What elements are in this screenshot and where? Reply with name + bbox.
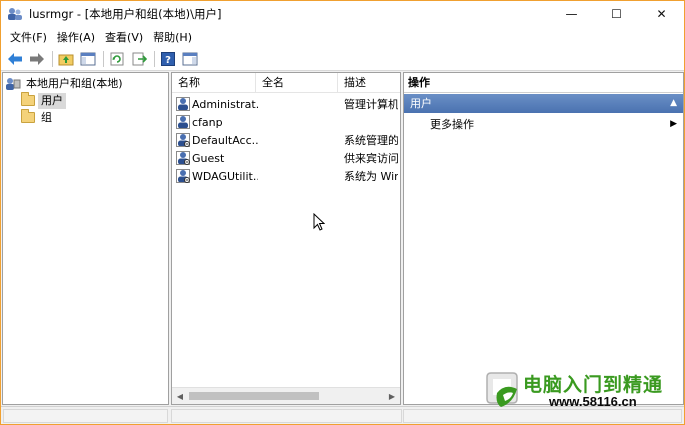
table-row[interactable]: Guest 供来宾访问讠 [172, 149, 400, 167]
cell-description: 系统为 Winc [344, 170, 398, 183]
close-button[interactable]: ✕ [639, 1, 684, 27]
actions-pane-title: 操作 [404, 73, 683, 93]
tree-item-label: 组 [41, 110, 52, 124]
up-folder-button[interactable] [56, 49, 76, 69]
toolbar-separator [103, 50, 104, 67]
actions-pane: 操作 用户 ▲ 更多操作 ▶ [403, 72, 684, 405]
menu-help[interactable]: 帮助(H) [148, 29, 197, 45]
watermark-title: 电脑入门到精通 [523, 374, 664, 396]
computer-users-icon [6, 77, 21, 90]
folder-up-icon [58, 54, 74, 65]
maximize-button[interactable]: ☐ [594, 1, 639, 27]
more-actions-label: 更多操作 [430, 118, 474, 131]
export-icon [132, 52, 147, 65]
minimize-button[interactable]: — [549, 1, 594, 27]
more-actions-item[interactable]: 更多操作 ▶ [404, 115, 683, 134]
cell-description: 系统管理的月 [344, 134, 398, 147]
menu-file[interactable]: 文件(F) [5, 29, 52, 45]
show-hide-tree-button[interactable] [78, 49, 98, 69]
scroll-right-button[interactable]: ▶ [384, 388, 400, 404]
user-icon [176, 115, 190, 129]
window-controls: — ☐ ✕ [549, 1, 684, 27]
tree-item-groups[interactable]: 组 [21, 109, 55, 126]
menu-bar: 文件(F) 操作(A) 查看(V) 帮助(H) [1, 27, 684, 47]
users-app-icon[interactable] [7, 6, 23, 22]
submenu-arrow-icon: ▶ [670, 119, 677, 129]
refresh-button[interactable] [107, 49, 127, 69]
arrow-right-icon [30, 52, 44, 65]
actions-group-users[interactable]: 用户 ▲ [404, 94, 683, 113]
user-disabled-icon [176, 133, 190, 147]
forward-button[interactable] [27, 49, 47, 69]
refresh-icon [110, 52, 124, 65]
table-row[interactable]: cfanp [172, 113, 400, 131]
folder-icon [21, 109, 35, 123]
user-disabled-icon [176, 151, 190, 165]
column-header-name[interactable]: 名称 [172, 73, 256, 93]
menu-action[interactable]: 操作(A) [52, 29, 100, 45]
table-row[interactable]: DefaultAcc... 系统管理的月 [172, 131, 400, 149]
column-header-fullname[interactable]: 全名 [256, 73, 338, 93]
cell-name: DefaultAcc... [192, 133, 258, 147]
arrow-left-icon [8, 52, 22, 65]
site-watermark: 电脑入门到精通 www.58116.cn [479, 367, 684, 417]
user-icon [176, 97, 190, 111]
toolbar-separator [154, 50, 155, 67]
menu-view[interactable]: 查看(V) [100, 29, 148, 45]
cell-description: 管理计算机( [344, 98, 398, 111]
table-row[interactable]: Administrat... 管理计算机( [172, 95, 400, 113]
svg-text:?: ? [165, 55, 171, 66]
export-list-button[interactable] [129, 49, 149, 69]
watermark-url: www.58116.cn [549, 394, 637, 409]
status-cell [3, 409, 168, 423]
tree-item-label: 本地用户和组(本地) [26, 76, 123, 90]
app-window: lusrmgr - [本地用户和组(本地)\用户] — ☐ ✕ 文件(F) 操作… [0, 0, 685, 425]
folder-icon [21, 92, 35, 106]
cell-name: cfanp [192, 115, 223, 129]
column-header-description[interactable]: 描述 [338, 73, 400, 93]
collapse-up-icon[interactable]: ▲ [670, 94, 677, 113]
watermark-logo-icon [486, 372, 518, 407]
tree-item-root[interactable]: 本地用户和组(本地) [5, 75, 126, 92]
status-cell [171, 409, 402, 423]
tree-item-users[interactable]: 用户 [21, 92, 66, 109]
show-hide-action-pane-button[interactable] [180, 49, 200, 69]
console-tree-icon [80, 52, 96, 65]
table-row[interactable]: WDAGUtilit... 系统为 Winc [172, 167, 400, 185]
horizontal-scrollbar[interactable]: ◀ ▶ [172, 387, 400, 404]
help-button[interactable]: ? [158, 49, 178, 69]
help-icon: ? [161, 51, 175, 66]
toolbar-separator [52, 50, 53, 67]
user-disabled-icon [176, 169, 190, 183]
cell-name: Administrat... [192, 97, 258, 111]
back-button[interactable] [5, 49, 25, 69]
scrollbar-thumb[interactable] [189, 392, 319, 400]
list-header: 名称 全名 描述 [172, 73, 400, 93]
mouse-cursor-icon [313, 213, 325, 231]
cell-description: 供来宾访问讠 [344, 152, 398, 165]
action-pane-icon [182, 52, 198, 65]
cell-name: WDAGUtilit... [192, 169, 258, 183]
cell-name: Guest [192, 151, 225, 165]
title-bar[interactable]: lusrmgr - [本地用户和组(本地)\用户] — ☐ ✕ [1, 1, 684, 27]
window-title: lusrmgr - [本地用户和组(本地)\用户] [29, 7, 222, 21]
users-list: 名称 全名 描述 Administrat... 管理计算机( cfanp Def… [171, 72, 401, 405]
toolbar: ? [1, 47, 684, 71]
scroll-left-button[interactable]: ◀ [172, 388, 188, 404]
tree-item-label: 用户 [38, 92, 66, 109]
actions-group-label: 用户 [410, 97, 432, 110]
console-tree: 本地用户和组(本地) 用户 组 [2, 72, 169, 405]
